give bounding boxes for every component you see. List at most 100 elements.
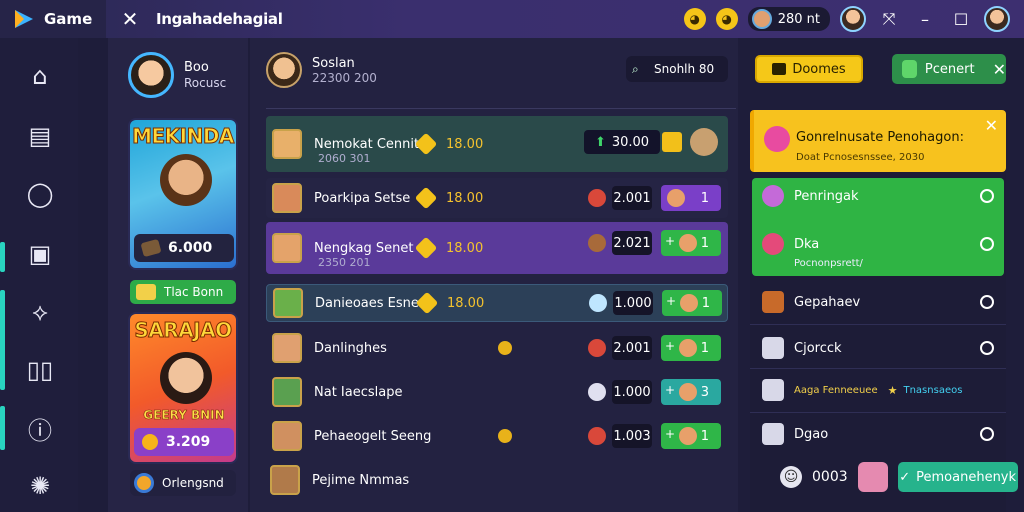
puzzle-icon [902,60,917,78]
claim-bonus-button[interactable]: Tlac Bonn [130,280,236,304]
pin-icon[interactable]: ⤧ [876,9,902,29]
coin-icon [498,429,512,443]
row-chip-value: 1 [700,428,709,444]
maximize-icon[interactable]: ☐ [948,10,974,29]
avatar-icon [751,9,772,29]
item-label: Gepahaev [794,294,861,310]
fire-icon[interactable]: ⟡ [22,294,58,330]
home-icon[interactable]: ⌂ [22,58,58,94]
current-user[interactable]: Soslan 22300 200 [266,52,377,88]
divider [750,412,1006,413]
avatar [680,294,698,312]
row-name: Poarkipa Setse [314,190,411,206]
item-sub: Tnasnsaeos [903,384,963,396]
close-icon[interactable]: ✕ [985,116,998,135]
row-value: 1.000 [613,291,653,315]
table-row[interactable]: Nemokat Cennit 18.00 2060 301 ⬆ 30.00 [266,116,728,172]
card-title: MEKINDA [132,124,235,149]
row-score: 18.00 [446,136,484,152]
primary-action-button[interactable]: ✓ Pemoanehenyk [897,462,1018,492]
row-chip[interactable]: + 1 [662,290,722,316]
row-chip[interactable]: + 1 [661,230,721,256]
app-name: Game [44,10,93,28]
close-icon[interactable]: ✕ [993,60,1006,79]
avatar [679,339,697,357]
table-row[interactable]: Pehaeogelt Seeng 1.003 + 1 [266,416,728,456]
row-chip[interactable]: + 1 [661,335,721,361]
profile-avatar-icon[interactable] [984,6,1010,32]
item-label: Dka [794,236,820,252]
character-card[interactable]: MEKINDA 6.000 [128,118,238,270]
list-item[interactable]: Aaga Fenneeuee ★ Tnasnsaeos [750,370,1006,410]
table-row[interactable]: Poarkipa Setse 18.00 2.001 1 [266,178,728,218]
emoji-icon[interactable]: ☺ [780,466,802,488]
doomes-button[interactable]: Doomes [755,55,863,83]
radio-button[interactable] [980,189,994,203]
promo-title: Gonrelnusate Penohagon: [796,130,964,145]
row-chip[interactable]: 1 [661,185,721,211]
radio-button[interactable] [980,427,994,441]
list-item[interactable]: Gepahaev [750,282,1006,322]
table-row[interactable]: Pejime Nmmas [266,462,728,498]
row-score: 18.00 [446,190,484,206]
stone-icon [140,238,162,258]
card-subtitle: GEERY BNIN [143,408,225,423]
radio-button[interactable] [980,295,994,309]
search-icon: ⌕ [632,62,639,76]
row-value: 1.003 [612,424,652,448]
item-label: Aaga Fenneeuee [794,384,878,396]
settings-icon[interactable]: ✺ [22,468,58,504]
radio-button[interactable] [980,237,994,251]
info-icon[interactable]: ⓘ [22,410,58,446]
pcenert-button[interactable]: Pcenert ✕ [892,54,1006,84]
close-icon[interactable]: ✕ [120,7,140,31]
list-item[interactable]: Cjorcck [750,328,1006,368]
row-value: ⬆ 30.00 [584,130,660,154]
profile-header[interactable]: Boo Rocusc [128,52,226,98]
avatar[interactable] [840,6,866,32]
radio-button[interactable] [980,341,994,355]
plus-icon: + [666,294,677,308]
table-row[interactable]: Danieoaes Esnea 18.00 1.000 + 1 [266,284,728,322]
badge-icon [764,126,790,152]
list-item[interactable]: Dgao [750,414,1006,454]
game-app-window: Game ✕ Ingahadehagial ◕ ◕ 280 nt ⤧ – ☐ ⌂… [0,0,1024,512]
character-image [160,154,212,206]
search-field[interactable]: ⌕ Snohlh 80 [626,56,728,82]
table-row[interactable]: Nat Iaecslape 1.000 + 3 [266,372,728,412]
table-row[interactable]: Danlinghes 2.001 + 1 [266,328,728,368]
row-avatar [272,333,302,363]
character-image [160,352,212,404]
promo-banner[interactable]: Gonrelnusate Penohagon: Doat Pcnosesnsse… [750,110,1006,172]
circle-icon[interactable]: ◯ [22,176,58,212]
table-row[interactable]: Nengkag Senet 18.00 2350 201 2.021 + 1 [266,222,728,274]
claim-bonus-label: Tlac Bonn [164,285,224,299]
row-score: 18.00 [446,240,484,256]
minimize-icon[interactable]: – [912,10,938,29]
shop-icon[interactable]: ▤ [22,118,58,154]
profile-footer[interactable]: Orlengsnd [130,470,236,496]
brand[interactable]: Game [0,0,106,38]
left-nav: ⌂ ▤ ◯ ▣ ⟡ ▯▯ ⓘ ✺ [0,38,78,512]
row-name: Nengkag Senet [314,240,414,256]
card-value-text: 3.209 [166,434,211,450]
avatar[interactable] [857,462,888,492]
row-name: Danlinghes [314,340,387,356]
row-avatar [272,421,302,451]
character-card[interactable]: SARAJAO GEERY BNIN 3.209 [128,312,238,464]
emoji-icon[interactable]: ◕ [715,8,738,30]
row-chip-value: 1 [700,190,709,206]
bag-icon[interactable]: ▣ [22,236,58,272]
trophy-icon [142,434,158,450]
game-logo-icon [12,7,36,31]
emoji-icon[interactable]: ◕ [683,8,706,30]
list-item[interactable]: Dka [750,224,1006,264]
row-chip[interactable]: + 1 [661,423,721,449]
puzzle-icon [762,379,784,401]
coin-balance[interactable]: 280 nt [747,7,830,31]
ticket-icon [772,63,787,75]
list-item[interactable]: Penringak [750,176,1006,216]
row-score: 18.00 [447,295,485,311]
row-chip[interactable]: + 3 [661,379,721,405]
columns-icon[interactable]: ▯▯ [22,352,58,388]
